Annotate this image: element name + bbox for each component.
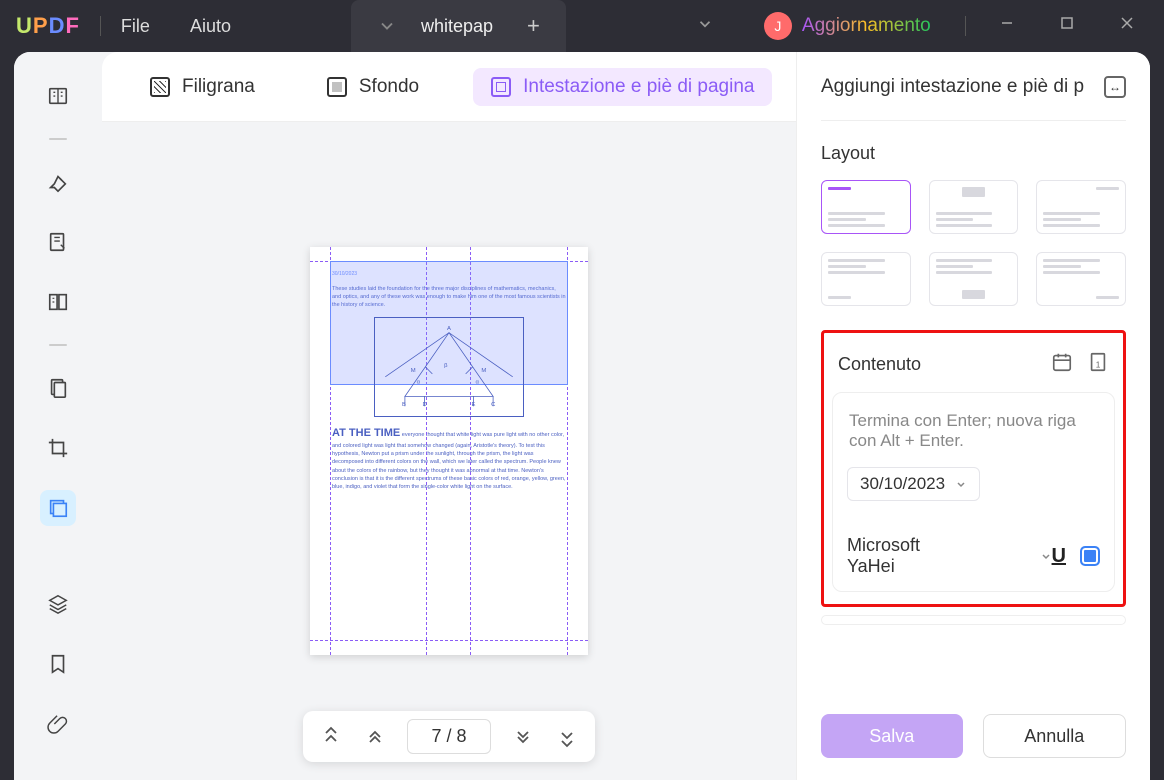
page-navigator: 7 / 8 [303, 711, 595, 762]
date-token[interactable]: 30/10/2023 [847, 467, 980, 501]
insert-page-number-icon[interactable]: 1 [1087, 351, 1109, 378]
svg-text:C: C [491, 402, 496, 408]
organize-icon[interactable] [40, 284, 76, 320]
page-layout-icon[interactable] [40, 490, 76, 526]
menu-file[interactable]: File [121, 16, 150, 37]
layout-top-center[interactable] [929, 180, 1019, 234]
underline-button[interactable]: U [1052, 545, 1066, 568]
app-logo: UPDF [16, 13, 80, 39]
tab-label: Intestazione e piè di pagina [523, 76, 754, 98]
properties-panel: Aggiungi intestazione e piè di p ↔ Layou… [796, 52, 1150, 780]
chevron-down-icon [955, 478, 967, 490]
layout-top-right[interactable] [1036, 180, 1126, 234]
menu-help[interactable]: Aiuto [190, 16, 231, 37]
layout-bottom-right[interactable] [1036, 252, 1126, 306]
svg-text:β: β [444, 363, 448, 369]
svg-text:M: M [481, 368, 486, 374]
content-section-label: Contenuto [838, 354, 921, 375]
svg-text:M: M [411, 368, 416, 374]
document-page-preview[interactable]: 30/10/2023 These studies laid the founda… [310, 247, 588, 655]
background-icon [327, 77, 347, 97]
tab-header-footer[interactable]: Intestazione e piè di pagina [473, 68, 772, 106]
separator [49, 138, 67, 140]
page-number-input[interactable]: 7 / 8 [407, 719, 491, 754]
insert-date-icon[interactable] [1051, 351, 1073, 378]
body-text: everyone thought that white light was pu… [332, 432, 565, 490]
chevron-down-icon [1040, 550, 1052, 562]
layout-section-label: Layout [821, 143, 1126, 164]
divider [965, 16, 966, 36]
page-tools-tabs: Filigrana Sfondo Intestazione e piè di p… [102, 52, 796, 122]
reader-icon[interactable] [40, 78, 76, 114]
minimize-button[interactable] [1000, 16, 1014, 36]
edit-icon[interactable] [40, 224, 76, 260]
tab-label: Filigrana [182, 76, 255, 98]
cancel-button[interactable]: Annulla [983, 714, 1127, 758]
highlight-annotation: Contenuto 1 Termina con Enter; nuova rig… [821, 330, 1126, 607]
heading: AT THE TIME [332, 427, 400, 439]
tab-watermark[interactable]: Filigrana [132, 68, 273, 106]
next-page-button[interactable] [511, 725, 535, 749]
tools-icon[interactable] [40, 370, 76, 406]
close-button[interactable] [1120, 16, 1134, 36]
bookmark-icon[interactable] [40, 646, 76, 682]
content-textarea[interactable]: Termina con Enter; nuova riga con Alt + … [847, 407, 1100, 467]
svg-text:B: B [402, 402, 406, 408]
apply-to-pages-icon[interactable]: ↔ [1104, 76, 1126, 98]
layout-top-left[interactable] [821, 180, 911, 234]
document-tab[interactable]: whitepap + [351, 0, 566, 52]
svg-text:α: α [417, 380, 421, 386]
maximize-button[interactable] [1060, 16, 1074, 36]
header-footer-icon [491, 77, 511, 97]
svg-text:α: α [475, 380, 479, 386]
separator [49, 344, 67, 346]
tab-background[interactable]: Sfondo [309, 68, 437, 106]
font-color-swatch[interactable] [1080, 546, 1100, 566]
svg-text:E: E [472, 402, 476, 408]
prev-page-button[interactable] [363, 725, 387, 749]
font-select[interactable]: Microsoft YaHei [847, 535, 1052, 577]
svg-text:D: D [423, 402, 427, 408]
user-avatar[interactable]: J [764, 12, 792, 40]
layout-bottom-center[interactable] [929, 252, 1019, 306]
left-sidebar [14, 52, 102, 780]
svg-text:A: A [447, 326, 451, 332]
upgrade-button[interactable]: Aggiornamento [802, 15, 931, 37]
collapsed-section[interactable] [821, 615, 1126, 625]
last-page-button[interactable] [555, 725, 579, 749]
watermark-icon [150, 77, 170, 97]
new-tab-button[interactable]: + [527, 13, 540, 39]
tab-overflow-icon[interactable] [696, 13, 714, 39]
figure: Aβ M M α α B D E C [374, 317, 524, 417]
layers-icon[interactable] [40, 586, 76, 622]
layout-options [821, 180, 1126, 306]
tab-dropdown-icon[interactable] [377, 16, 397, 36]
tab-title: whitepap [421, 16, 493, 37]
panel-title: Aggiungi intestazione e piè di p [821, 76, 1084, 98]
crop-icon[interactable] [40, 430, 76, 466]
comment-icon[interactable] [40, 164, 76, 200]
attachment-icon[interactable] [40, 706, 76, 742]
divider [100, 16, 101, 36]
tab-label: Sfondo [359, 76, 419, 98]
svg-text:1: 1 [1096, 361, 1101, 370]
first-page-button[interactable] [319, 725, 343, 749]
save-button[interactable]: Salva [821, 714, 963, 758]
layout-bottom-left[interactable] [821, 252, 911, 306]
